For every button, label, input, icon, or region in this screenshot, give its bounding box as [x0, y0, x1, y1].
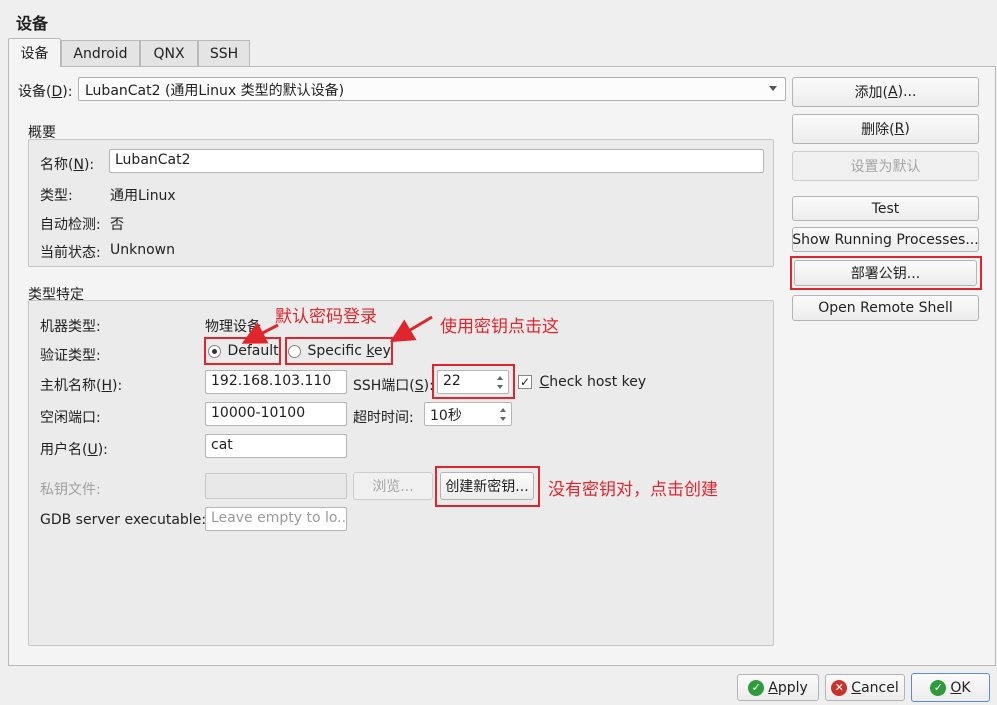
apply-button[interactable]: ✓ Apply	[737, 674, 819, 701]
tab-devices[interactable]: 设备	[8, 38, 61, 67]
cancel-icon: ✕	[831, 679, 848, 696]
annotation-arrows	[241, 315, 433, 344]
cancel-button[interactable]: ✕ Cancel	[825, 674, 905, 701]
arrow-to-specific-key	[389, 315, 433, 343]
arrow-to-default	[241, 322, 279, 344]
check-icon: ✓	[748, 679, 765, 696]
check-icon: ✓	[930, 679, 947, 696]
ok-button[interactable]: ✓ O K	[911, 673, 990, 702]
